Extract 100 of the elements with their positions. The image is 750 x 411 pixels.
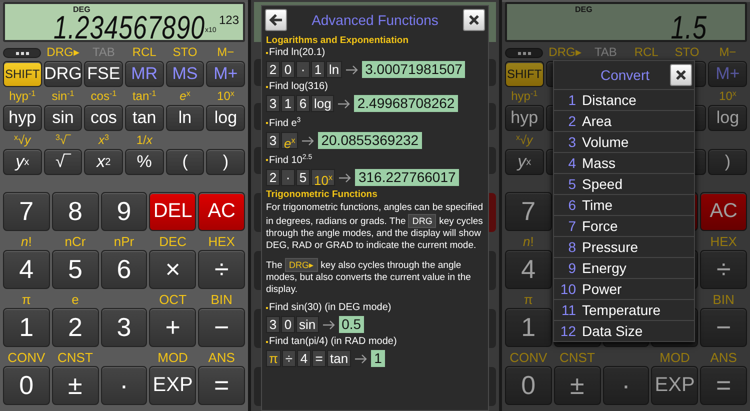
result-value: 20.0855369232 [318,132,422,149]
calculator-key[interactable]: = [700,366,747,405]
calculator-key[interactable]: 3 [100,308,148,347]
calculator-key[interactable]: − [198,308,245,347]
calculator-key[interactable]: ± [554,366,601,405]
conversion-item[interactable]: 8 Pressure [554,236,694,257]
calculator-key[interactable]: 7 [505,192,552,231]
arrow-icon [345,64,360,74]
calculator-key[interactable]: √‾ [44,149,82,175]
result-value: 2.49968708262 [354,95,458,112]
key-chip: 3 [266,132,280,149]
calculator-key[interactable]: ( [166,149,204,175]
calculator-key[interactable]: 6 [100,250,148,289]
clear-key[interactable]: AC [700,192,747,231]
shift-function-label: π [22,291,31,308]
key-chip: 2 [266,169,280,186]
shift-function-label: STO [172,45,198,61]
calculator-key[interactable]: 2 [52,308,99,347]
key-chip: 10$^{x}$ [311,169,336,186]
shift-function-label: x$^{3}$ [98,133,109,149]
calculator-key[interactable]: 7 [3,192,50,231]
more-button[interactable] [505,48,544,58]
calculator-key[interactable]: tan [125,105,164,131]
close-button[interactable] [463,9,485,31]
memory-key[interactable]: M+ [206,61,245,87]
shift-function-label: HEX [710,233,737,250]
calculator-key[interactable]: − [700,308,747,347]
conversion-item[interactable]: 7 Force [554,215,694,236]
shift-function-label: DRG▸ [46,45,80,61]
calculator-key[interactable]: 0 [505,366,552,405]
calculator-key[interactable]: sin [44,105,82,131]
close-icon [468,14,480,26]
conversion-item[interactable]: 1 Distance [554,89,694,110]
shift-function-label: $^{x}$√y [516,133,533,149]
calculator-key[interactable]: 4 [505,250,552,289]
arrow-icon [338,172,352,182]
calculator-key[interactable]: hyp [3,105,42,131]
more-button[interactable] [3,48,42,58]
calculator-key[interactable]: log [206,105,246,131]
display-value: 1.234567890 [54,14,205,43]
calculator-key[interactable]: DRG [44,61,82,87]
conversion-item[interactable]: 2 Area [554,110,694,131]
calculator-key[interactable]: ÷ [700,250,747,289]
calculator-key[interactable]: ÷ [198,250,245,289]
display-value: 1.5 [670,14,707,43]
shift-function-label: 10$^{x}$ [719,89,736,105]
arrow-icon [354,354,368,364]
calculator-key[interactable]: 5 [52,250,99,289]
shift-function-label: RCL [634,45,658,61]
shift-function-label: CONV [8,349,46,366]
shift-function-label: CNST [58,349,93,366]
calculator-key[interactable]: 1 [3,308,50,347]
calculator-key[interactable]: 1 [505,308,552,347]
conversion-item[interactable]: 10 Power [554,278,694,299]
conversion-item[interactable]: 5 Speed [554,173,694,194]
calculator-key[interactable]: ) [206,149,246,175]
back-button[interactable] [265,9,287,31]
shift-function-label: BIN [210,291,232,308]
example-prompt: Find sin(30) (in DEG mode) [269,302,392,314]
calculator-key[interactable]: ) [708,149,748,175]
shift-function-label: CNST [560,349,595,366]
clear-key[interactable]: AC [198,192,245,231]
shift-key[interactable]: SHIFT [3,61,42,87]
memory-key[interactable]: MR [125,61,164,87]
calculator-key[interactable]: = [198,366,245,405]
calculator-key[interactable]: 4 [3,250,50,289]
calculator-key[interactable]: 0 [3,366,50,405]
calculator-key[interactable]: 9 [100,192,148,231]
conversion-item[interactable]: 6 Time [554,194,694,215]
paragraph: For trigonometric functions, angles can be specified in degrees, radians or grads. The DRG key cycles through the angle modes, and the display will show DEG, RAD or GRAD to indicate the current mode. [266,202,484,252]
calculator-key[interactable]: hyp [505,105,544,131]
section-heading: Logarithms and Exponentiation [266,35,410,46]
conversion-item[interactable]: 4 Mass [554,152,694,173]
key-chip: tan [326,350,352,367]
shift-key[interactable]: SHIFT [505,61,544,87]
key-chip: π [266,350,281,367]
conversion-item[interactable]: 9 Energy [554,257,694,278]
calculator-key[interactable]: % [125,149,164,175]
calculator-key[interactable]: 8 [52,192,99,231]
conversion-item[interactable]: 3 Volume [554,131,694,152]
shift-function-label: nPr [114,233,134,250]
clear-key[interactable]: DEL [149,192,196,231]
calculator-key[interactable]: × [149,250,196,289]
calculator-key[interactable]: EXP [651,366,698,405]
calculator-key[interactable]: EXP [149,366,196,405]
calculator-key[interactable]: + [149,308,196,347]
calculator-key[interactable]: ± [52,366,99,405]
key-chip: e$^{x}$ [281,132,298,149]
example-prompt: Find 10$^{2.5}$ [269,153,312,167]
calculator-key[interactable]: · [602,366,650,405]
calculator-key[interactable]: · [100,366,148,405]
shift-function-label: n! [20,233,32,250]
memory-key[interactable]: MS [166,61,204,87]
calculator-key[interactable]: ln [166,105,204,131]
close-button[interactable] [670,64,692,86]
calculator-key[interactable]: FSE [84,61,123,87]
calculator-key[interactable]: cos [84,105,124,131]
conversion-item[interactable]: 11 Temperature [554,299,694,320]
conversion-item[interactable]: 12 Data Size [554,320,694,341]
calculator-key[interactable]: log [708,105,748,131]
